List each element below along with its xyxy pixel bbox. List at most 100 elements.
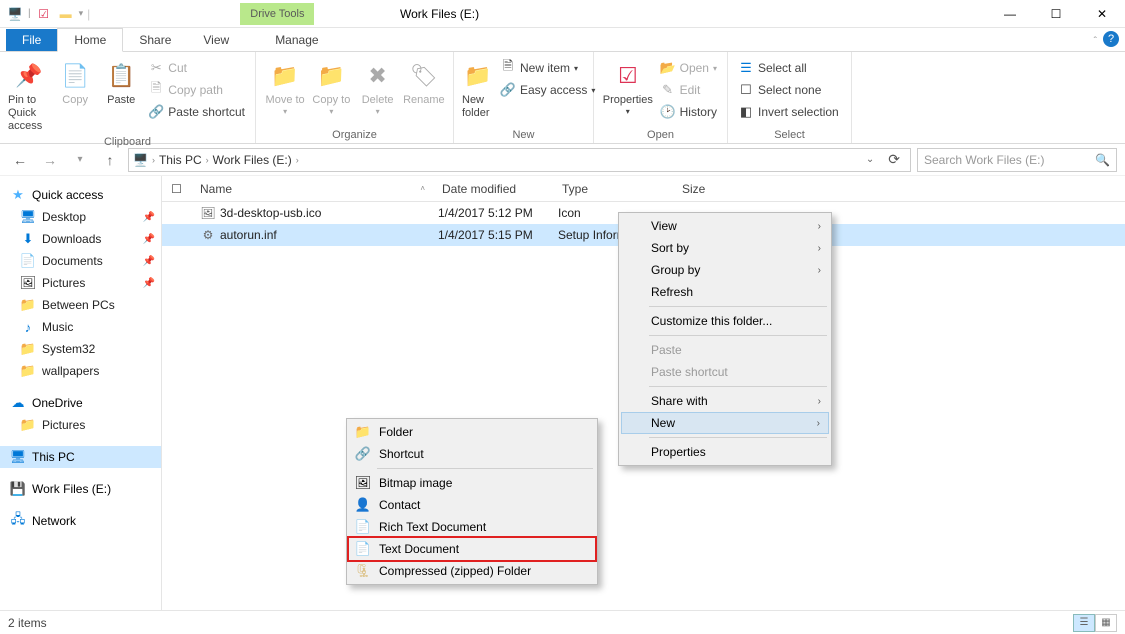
file-icon: ⚙: [200, 227, 216, 243]
rtf-icon: 📄: [355, 519, 371, 535]
ctx-pasteshortcut[interactable]: Paste shortcut: [621, 361, 829, 383]
help-icon[interactable]: ?: [1103, 31, 1119, 47]
delete-icon: ✖: [362, 60, 394, 92]
copy-to-button[interactable]: 📁Copy to▾: [308, 58, 354, 119]
ctx-refresh[interactable]: Refresh: [621, 281, 829, 303]
ctx-new[interactable]: New›: [621, 412, 829, 434]
forward-button[interactable]: →: [38, 152, 62, 168]
paste-shortcut-button[interactable]: 🔗Paste shortcut: [144, 102, 249, 122]
maximize-button[interactable]: ☐: [1033, 0, 1079, 28]
col-date[interactable]: Date modified: [434, 182, 554, 196]
view-details-button[interactable]: ☰: [1073, 614, 1095, 632]
context-menu: View› Sort by› Group by› Refresh Customi…: [618, 212, 832, 466]
copy-button[interactable]: 📄 Copy: [52, 58, 98, 109]
sidebar-workfiles[interactable]: 💾Work Files (E:): [0, 478, 161, 500]
ctx-sharewith[interactable]: Share with›: [621, 390, 829, 412]
open-button[interactable]: 📂Open ▾: [656, 58, 721, 78]
ctx-new-zip[interactable]: 🗜Compressed (zipped) Folder: [349, 560, 595, 582]
edit-button[interactable]: ✎Edit: [656, 80, 721, 100]
folder-icon: 📁: [20, 363, 36, 379]
tab-view[interactable]: View: [187, 29, 245, 51]
pin-icon: 📌: [143, 234, 155, 245]
drive-tools-tab[interactable]: Drive Tools: [240, 3, 314, 25]
paste-button[interactable]: 📋 Paste: [98, 58, 144, 109]
col-size[interactable]: Size: [674, 182, 784, 196]
crumb-drive[interactable]: Work Files (E:): [213, 153, 292, 167]
copy-path-button[interactable]: 🗎Copy path: [144, 80, 249, 100]
up-button[interactable]: ↑: [98, 152, 122, 168]
history-button[interactable]: 🕑History: [656, 102, 721, 122]
sidebar-item-downloads[interactable]: ⬇Downloads📌: [0, 228, 161, 250]
group-select-label: Select: [734, 129, 845, 143]
ctx-new-folder[interactable]: 📁Folder: [349, 421, 595, 443]
collapse-ribbon-icon[interactable]: ˆ: [1094, 36, 1097, 47]
sidebar-item-documents[interactable]: 📄Documents📌: [0, 250, 161, 272]
tab-share[interactable]: Share: [123, 29, 187, 51]
ctx-new-shortcut[interactable]: 🔗Shortcut: [349, 443, 595, 465]
search-input[interactable]: [924, 153, 1095, 167]
back-button[interactable]: ←: [8, 152, 32, 168]
invert-selection-button[interactable]: ◧Invert selection: [734, 102, 843, 122]
sidebar-item-music[interactable]: ♪Music: [0, 316, 161, 338]
address-bar[interactable]: 🖥️ › This PC › Work Files (E:) › ⌄ ⟳: [128, 148, 911, 172]
file-date: 1/4/2017 5:15 PM: [438, 228, 558, 242]
address-dropdown-icon[interactable]: ⌄: [862, 154, 878, 165]
close-button[interactable]: ✕: [1079, 0, 1125, 28]
sidebar-item-pictures[interactable]: 🖼Pictures📌: [0, 272, 161, 294]
cut-button[interactable]: ✂Cut: [144, 58, 249, 78]
ctx-new-txt[interactable]: 📄Text Document: [349, 538, 595, 560]
ctx-groupby[interactable]: Group by›: [621, 259, 829, 281]
ctx-new-bitmap[interactable]: 🖼Bitmap image: [349, 472, 595, 494]
sidebar-thispc[interactable]: 🖥This PC: [0, 446, 161, 468]
minimize-button[interactable]: —: [987, 0, 1033, 28]
sidebar-network[interactable]: 🖧Network: [0, 510, 161, 532]
sidebar-item-wallpapers[interactable]: 📁wallpapers: [0, 360, 161, 382]
chevron-right-icon: ›: [818, 396, 821, 407]
ctx-new-rtf[interactable]: 📄Rich Text Document: [349, 516, 595, 538]
easy-access-button[interactable]: 🔗Easy access ▾: [496, 80, 599, 100]
recent-locations-button[interactable]: ▾: [68, 154, 92, 165]
properties-button[interactable]: ☑Properties▾: [600, 58, 656, 119]
sidebar-item-desktop[interactable]: 🖥Desktop📌: [0, 206, 161, 228]
crumb-thispc[interactable]: This PC: [159, 153, 202, 167]
sidebar-item-betweenpcs[interactable]: 📁Between PCs: [0, 294, 161, 316]
sidebar-item-system32[interactable]: 📁System32: [0, 338, 161, 360]
select-none-button[interactable]: ☐Select none: [734, 80, 843, 100]
ctx-view[interactable]: View›: [621, 215, 829, 237]
col-type[interactable]: Type: [554, 182, 674, 196]
status-text: 2 items: [8, 616, 47, 630]
ctx-customize[interactable]: Customize this folder...: [621, 310, 829, 332]
ctx-sortby[interactable]: Sort by›: [621, 237, 829, 259]
folder-icon: 📁: [20, 297, 36, 313]
tab-manage[interactable]: Manage: [259, 29, 334, 51]
sidebar-quickaccess[interactable]: ★Quick access: [0, 184, 161, 206]
move-to-button[interactable]: 📁Move to▾: [262, 58, 308, 119]
refresh-button[interactable]: ⟳: [882, 151, 906, 168]
view-large-button[interactable]: ▦: [1095, 614, 1117, 632]
select-all-button[interactable]: ☰Select all: [734, 58, 843, 78]
ctx-new-contact[interactable]: 👤Contact: [349, 494, 595, 516]
qat-newfolder-icon[interactable]: ▬: [57, 5, 75, 23]
new-item-button[interactable]: 🗎New item ▾: [496, 58, 599, 78]
ctx-properties[interactable]: Properties: [621, 441, 829, 463]
ctx-paste[interactable]: Paste: [621, 339, 829, 361]
ctx-separator: [649, 335, 827, 336]
pc-icon: 🖥️: [133, 153, 148, 167]
pin-label: Pin to Quick access: [8, 94, 50, 134]
col-checkbox[interactable]: ☐: [162, 182, 192, 196]
sidebar-item-onedrive-pictures[interactable]: 📁Pictures: [0, 414, 161, 436]
delete-button[interactable]: ✖Delete▾: [355, 58, 401, 119]
tab-home[interactable]: Home: [57, 28, 123, 52]
newitem-icon: 🗎: [500, 60, 516, 76]
sidebar-onedrive[interactable]: ☁OneDrive: [0, 392, 161, 414]
navigation-pane[interactable]: ★Quick access 🖥Desktop📌 ⬇Downloads📌 📄Doc…: [0, 176, 162, 610]
search-box[interactable]: 🔍: [917, 148, 1117, 172]
pictures-icon: 🖼: [20, 275, 36, 291]
tab-file[interactable]: File: [6, 29, 57, 51]
col-name[interactable]: Name˄: [192, 182, 434, 196]
qat-properties-icon[interactable]: ☑: [35, 5, 53, 23]
pin-quick-access-button[interactable]: 📌 Pin to Quick access: [6, 58, 52, 136]
file-icon: 🖼: [200, 205, 216, 221]
new-folder-button[interactable]: 📁New folder: [460, 58, 496, 122]
rename-button[interactable]: 🏷Rename: [401, 58, 447, 109]
